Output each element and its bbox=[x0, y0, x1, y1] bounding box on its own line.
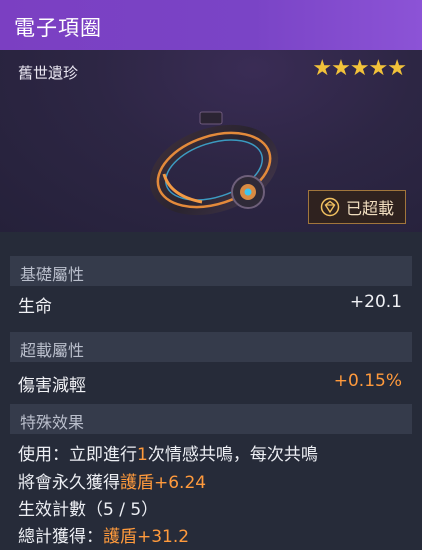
effect-line-2-text: 將會永久獲得 bbox=[18, 473, 120, 493]
shield-per-resonance: 護盾+6.24 bbox=[120, 473, 207, 493]
overload-label: 已超載 bbox=[345, 199, 394, 218]
rarity-stars: ★★★★★ bbox=[312, 56, 407, 81]
effect-counter: 生效計數（5 / 5） bbox=[18, 500, 159, 520]
stat-row-damage-reduction: 傷害減輕 +0.15% bbox=[10, 365, 412, 401]
overload-badge: 已超載 bbox=[308, 190, 406, 224]
stat-label-damage-reduction: 傷害減輕 bbox=[18, 376, 86, 396]
section-header-special-effect: 特殊效果 bbox=[10, 404, 412, 434]
effect-line-4: 總計獲得：護盾+31.2 bbox=[18, 522, 189, 547]
item-rarity: 舊世遺珍 bbox=[18, 64, 79, 82]
effect-line-1-text-b: 次情感共鳴，每次共鳴 bbox=[147, 445, 318, 465]
overload-gem-icon bbox=[320, 197, 340, 217]
effect-total-label: 總計獲得： bbox=[18, 527, 103, 547]
resonance-count: 1 bbox=[137, 445, 148, 465]
stat-value-damage-reduction: +0.15% bbox=[333, 371, 402, 391]
stat-label-health: 生命 bbox=[18, 297, 52, 317]
effect-line-1-text-a: 使用：立即進行 bbox=[18, 445, 137, 465]
title-bar: 電子項圈 bbox=[0, 0, 422, 50]
shield-total: 護盾+31.2 bbox=[103, 527, 190, 547]
item-header-panel: 舊世遺珍 ★★★★★ 已超載 bbox=[0, 50, 422, 232]
collar-item-image bbox=[150, 111, 279, 215]
effect-line-1: 使用：立即進行1次情感共鳴，每次共鳴 bbox=[18, 440, 318, 465]
section-header-base-stats: 基礎屬性 bbox=[10, 256, 412, 286]
stat-value-health: +20.1 bbox=[349, 292, 402, 312]
item-name: 電子項圈 bbox=[14, 16, 102, 40]
stat-row-health: 生命 +20.1 bbox=[10, 286, 412, 322]
effect-line-2: 將會永久獲得護盾+6.24 bbox=[18, 468, 206, 493]
section-header-overload-stats: 超載屬性 bbox=[10, 332, 412, 362]
